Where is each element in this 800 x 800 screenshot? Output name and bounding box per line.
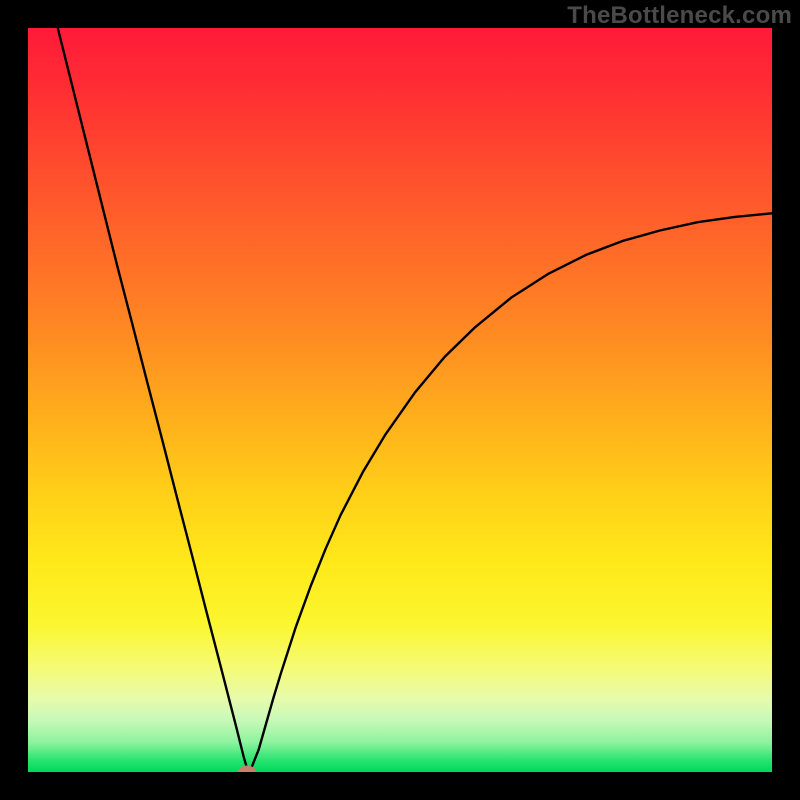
chart-container: TheBottleneck.com	[0, 0, 800, 800]
optimal-point-marker	[238, 766, 256, 773]
bottleneck-curve	[28, 28, 772, 772]
watermark-text: TheBottleneck.com	[567, 2, 792, 30]
plot-area	[28, 28, 772, 772]
